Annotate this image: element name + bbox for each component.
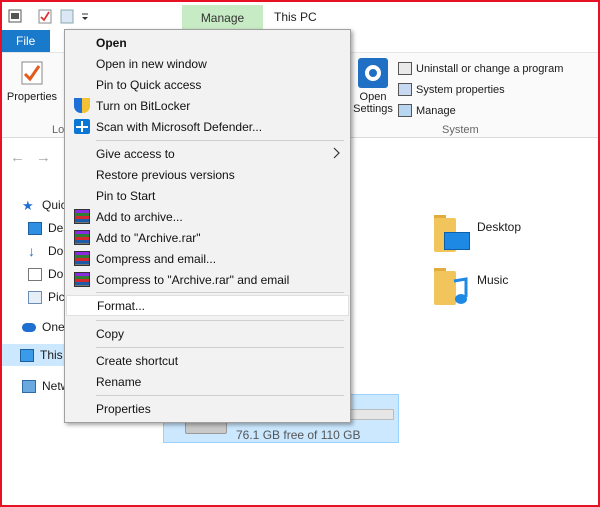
- menu-item-restore-versions[interactable]: Restore previous versions: [65, 164, 350, 185]
- menu-item-rename[interactable]: Rename: [65, 371, 350, 392]
- chevron-right-icon: [333, 147, 340, 159]
- menu-item-create-shortcut[interactable]: Create shortcut: [65, 350, 350, 371]
- menu-item-label: Restore previous versions: [96, 167, 235, 182]
- menu-item-pin-start[interactable]: Pin to Start: [65, 185, 350, 206]
- manage-label: Manage: [416, 104, 456, 117]
- menu-item-label: Give access to: [96, 146, 175, 161]
- folder-label[interactable]: Desktop: [477, 220, 521, 234]
- system-group: Uninstall or change a program System pro…: [398, 58, 563, 121]
- menu-separator: [96, 395, 344, 396]
- system-properties-label: System properties: [416, 83, 505, 96]
- programs-icon: [398, 62, 412, 75]
- menu-item-bitlocker[interactable]: Turn on BitLocker: [65, 95, 350, 116]
- menu-separator: [96, 320, 344, 321]
- menu-item-label: Add to "Archive.rar": [96, 230, 201, 245]
- network-icon: [22, 379, 36, 393]
- properties-icon: [21, 61, 43, 85]
- system-properties-button[interactable]: System properties: [398, 79, 563, 100]
- menu-item-add-archive-rar[interactable]: Add to "Archive.rar": [65, 227, 350, 248]
- back-arrow-icon[interactable]: ←: [10, 149, 25, 166]
- folder-label[interactable]: Music: [477, 273, 508, 287]
- nav-item-label: Quic: [42, 198, 67, 212]
- menu-item-label: Add to archive...: [96, 209, 183, 224]
- computer-management-icon: [398, 104, 412, 117]
- star-icon: ★: [22, 197, 34, 213]
- tab-file[interactable]: File: [2, 30, 50, 52]
- menu-item-label: Pin to Start: [96, 188, 156, 203]
- menu-item-defender-scan[interactable]: Scan with Microsoft Defender...: [65, 116, 350, 137]
- download-icon: ↓: [28, 242, 35, 259]
- menu-item-label: Turn on BitLocker: [96, 98, 191, 113]
- open-settings-button[interactable]: Open Settings: [352, 58, 394, 115]
- menu-item-label: Compress to "Archive.rar" and email: [96, 272, 290, 287]
- music-folder-icon[interactable]: [434, 268, 474, 305]
- tab-manage[interactable]: Manage: [182, 5, 263, 32]
- desktop-icon: [28, 221, 42, 235]
- pc-icon: [20, 348, 34, 362]
- menu-item-label: Open in new window: [96, 56, 207, 71]
- menu-item-open-new-window[interactable]: Open in new window: [65, 53, 350, 74]
- menu-item-pin-quick-access[interactable]: Pin to Quick access: [65, 74, 350, 95]
- nav-item-label: Pic: [48, 290, 65, 304]
- shield-icon: [74, 98, 90, 113]
- desktop-folder-icon[interactable]: [434, 215, 474, 252]
- properties-quick-icon[interactable]: [38, 8, 52, 24]
- menu-item-open[interactable]: Open: [65, 32, 350, 53]
- nav-item-label: Do: [48, 267, 64, 281]
- menu-item-label: Open: [96, 35, 127, 50]
- pictures-icon: [28, 290, 42, 304]
- open-settings-label: Open Settings: [353, 91, 393, 115]
- system-group-label: System: [442, 124, 479, 136]
- menu-item-label: Pin to Quick access: [96, 77, 202, 92]
- menu-separator: [96, 140, 344, 141]
- menu-item-label: Format...: [97, 298, 146, 313]
- menu-item-compress-rar-email[interactable]: Compress to "Archive.rar" and email: [65, 269, 350, 290]
- location-group-label: Lo: [52, 124, 65, 136]
- winrar-icon: [74, 209, 90, 224]
- defender-icon: [74, 119, 90, 134]
- title-bar: Manage This PC: [2, 2, 598, 32]
- menu-item-give-access[interactable]: Give access to: [65, 143, 350, 164]
- cloud-icon: [22, 322, 36, 332]
- app-icon: [8, 9, 22, 23]
- document-icon: [28, 267, 42, 281]
- winrar-icon: [74, 251, 90, 266]
- menu-separator: [96, 292, 344, 293]
- music-note-icon: [453, 277, 468, 304]
- menu-item-add-archive[interactable]: Add to archive...: [65, 206, 350, 227]
- menu-item-label: Compress and email...: [96, 251, 217, 266]
- nav-item-label: One: [42, 320, 65, 334]
- menu-item-copy[interactable]: Copy: [65, 323, 350, 344]
- menu-item-format[interactable]: Format...: [66, 295, 349, 316]
- window-title: This PC: [274, 10, 317, 24]
- forward-arrow-icon[interactable]: →: [36, 149, 51, 166]
- system-properties-icon: [398, 83, 412, 96]
- menu-separator: [96, 347, 344, 348]
- drive-free-space: 76.1 GB free of 110 GB: [236, 428, 361, 442]
- customize-toolbar-icon[interactable]: [78, 8, 92, 24]
- menu-item-label: Scan with Microsoft Defender...: [96, 119, 263, 134]
- menu-item-properties[interactable]: Properties: [65, 398, 350, 419]
- properties-label: Properties: [6, 91, 58, 103]
- menu-item-compress-email[interactable]: Compress and email...: [65, 248, 350, 269]
- context-menu: Open Open in new window Pin to Quick acc…: [64, 29, 351, 423]
- menu-item-label: Rename: [96, 374, 142, 389]
- manage-button[interactable]: Manage: [398, 100, 563, 121]
- uninstall-program-button[interactable]: Uninstall or change a program: [398, 58, 563, 79]
- properties-button[interactable]: Properties: [6, 60, 58, 103]
- winrar-icon: [74, 272, 90, 287]
- uninstall-program-label: Uninstall or change a program: [416, 62, 564, 75]
- gear-icon: [358, 58, 388, 88]
- nav-item-label: Do: [48, 244, 64, 258]
- winrar-icon: [74, 230, 90, 245]
- menu-item-label: Create shortcut: [96, 353, 179, 368]
- menu-item-label: Properties: [96, 401, 151, 416]
- new-folder-quick-icon[interactable]: [60, 8, 74, 24]
- menu-item-label: Copy: [96, 326, 125, 341]
- nav-item-label: This: [40, 348, 63, 362]
